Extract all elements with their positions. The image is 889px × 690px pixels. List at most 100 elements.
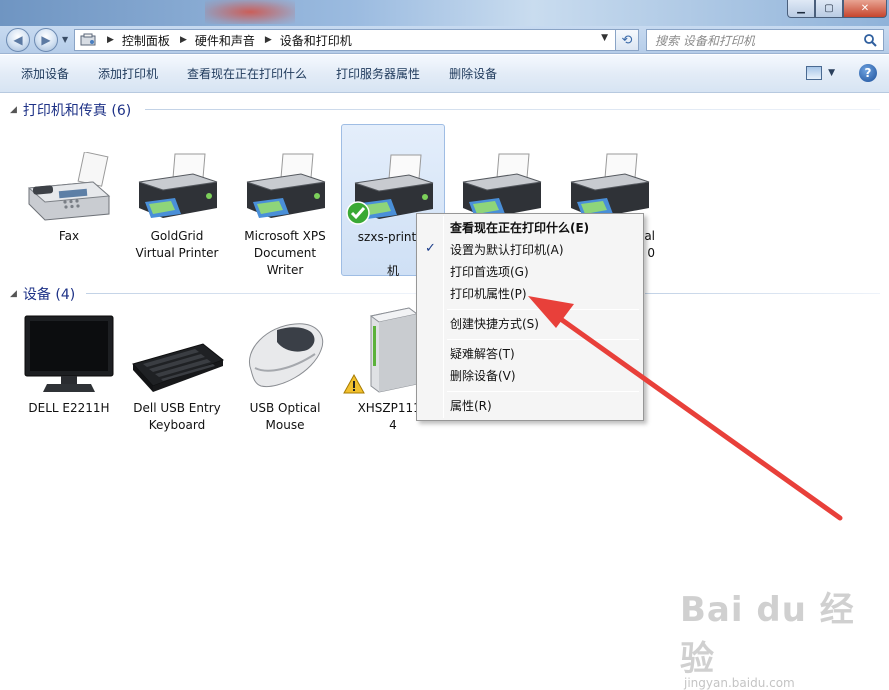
change-view-icon[interactable] <box>806 66 823 80</box>
refresh-icon: ⟲ <box>621 32 633 48</box>
monitor-icon <box>17 306 121 396</box>
navigation-bar: ◀ ▶ ▼ ▶ 控制面板 ▶ 硬件和声音 ▶ 设备和打印机 ▼ ⟲ 搜索 设备和打印… <box>0 26 889 54</box>
printer-icon <box>342 135 444 225</box>
printer-icon <box>125 134 229 224</box>
close-icon: ✕ <box>860 3 870 14</box>
add-device-button[interactable]: 添加设备 <box>12 61 78 86</box>
refresh-button[interactable]: ⟲ <box>615 29 639 51</box>
search-input[interactable]: 搜索 设备和打印机 <box>646 29 884 51</box>
menu-separator <box>447 391 639 392</box>
keyboard-icon <box>125 306 229 396</box>
device-name-line: DELL E2211H <box>28 401 110 415</box>
print-server-properties-button[interactable]: 打印服务器属性 <box>327 61 429 86</box>
group-header-devices[interactable]: ◢ 设备 (4) <box>10 284 75 304</box>
breadcrumb-label: 设备和打印机 <box>279 33 352 48</box>
group-title: 设备 (4) <box>22 287 76 303</box>
window-controls: ▁ ▢ ✕ <box>787 0 887 18</box>
printer-icon <box>449 134 553 224</box>
breadcrumb-hardware-sound[interactable]: 硬件和声音 ▶ <box>195 32 280 49</box>
device-label: Dell USB Entry Keyboard <box>125 400 229 434</box>
device-name-line: Keyboard <box>148 418 206 432</box>
title-decoration <box>205 0 295 24</box>
mouse-icon <box>233 306 337 396</box>
device-label: Microsoft XPS Document Writer <box>233 228 337 279</box>
device-name-line: Writer <box>266 263 304 277</box>
control-panel-icon <box>79 33 97 47</box>
device-name-line: Microsoft XPS <box>244 229 326 243</box>
forward-arrow-icon: ▶ <box>41 33 51 47</box>
group-divider <box>145 109 880 110</box>
maximize-button[interactable]: ▢ <box>815 0 843 18</box>
breadcrumb-label: 控制面板 <box>121 33 170 48</box>
search-icon[interactable] <box>863 33 877 47</box>
group-divider <box>86 293 416 294</box>
printer-icon <box>233 134 337 224</box>
watermark-brand: Bai du 经验 <box>680 590 855 679</box>
breadcrumb-sep-root[interactable]: ▶ <box>101 35 122 45</box>
breadcrumb-control-panel[interactable]: 控制面板 ▶ <box>122 32 195 49</box>
menu-item-preferences[interactable]: 打印首选项(G) <box>450 262 529 282</box>
device-fax[interactable]: Fax <box>17 134 121 245</box>
recent-pages-dropdown[interactable]: ▼ <box>62 35 68 44</box>
search-placeholder: 搜索 设备和打印机 <box>655 33 755 48</box>
menu-item-troubleshoot[interactable]: 疑难解答(T) <box>450 344 515 364</box>
checkmark-icon: ✓ <box>425 241 436 256</box>
printer-icon <box>557 134 661 224</box>
help-icon[interactable]: ? <box>859 64 877 82</box>
menu-item-properties[interactable]: 属性(R) <box>450 396 492 416</box>
device-goldgrid-printer[interactable]: GoldGrid Virtual Printer <box>125 134 229 262</box>
add-printer-button[interactable]: 添加打印机 <box>89 61 167 86</box>
menu-item-printer-properties[interactable]: 打印机属性(P) <box>450 284 527 304</box>
group-title: 打印机和传真 (6) <box>22 103 132 119</box>
command-bar: 添加设备 添加打印机 查看现在正在打印什么 打印服务器属性 删除设备 ▼ ? <box>0 55 889 93</box>
menu-item-set-default[interactable]: 设置为默认打印机(A) <box>450 240 564 260</box>
breadcrumb-label: 硬件和声音 <box>194 33 255 48</box>
device-name-line: Mouse <box>265 418 305 432</box>
see-printing-button[interactable]: 查看现在正在打印什么 <box>178 61 316 86</box>
warning-icon <box>343 374 365 394</box>
device-name-line: Fax <box>58 229 80 243</box>
device-label: USB Optical Mouse <box>233 400 337 434</box>
device-dell-keyboard[interactable]: Dell USB Entry Keyboard <box>125 306 229 434</box>
device-microsoft-xps-writer[interactable]: Microsoft XPS Document Writer <box>233 134 337 279</box>
group-divider <box>645 293 880 294</box>
menu-item-create-shortcut[interactable]: 创建快捷方式(S) <box>450 314 539 334</box>
device-printer-5[interactable] <box>449 134 553 224</box>
watermark-url: jingyan.baidu.com <box>684 676 795 690</box>
collapse-triangle-icon[interactable]: ◢ <box>10 105 17 115</box>
address-dropdown[interactable]: ▼ <box>601 33 608 43</box>
menu-gutter <box>443 216 444 418</box>
default-printer-check-icon <box>346 201 370 225</box>
group-header-printers[interactable]: ◢ 打印机和传真 (6) <box>10 100 131 120</box>
breadcrumb-devices-printers[interactable]: 设备和打印机 <box>280 32 352 49</box>
device-usb-mouse[interactable]: USB Optical Mouse <box>233 306 337 434</box>
device-name-line: Virtual Printer <box>135 246 219 260</box>
device-dell-monitor[interactable]: DELL E2211H <box>17 306 121 417</box>
collapse-triangle-icon[interactable]: ◢ <box>10 289 17 299</box>
close-button[interactable]: ✕ <box>843 0 887 18</box>
menu-separator <box>447 309 639 310</box>
context-menu: 查看现在正在打印什么(E) ✓ 设置为默认打印机(A) 打印首选项(G) 打印机… <box>416 213 644 421</box>
maximize-icon: ▢ <box>824 3 834 14</box>
device-label: DELL E2211H <box>17 400 121 417</box>
back-arrow-icon: ◀ <box>13 33 23 47</box>
back-button[interactable]: ◀ <box>6 28 30 52</box>
view-options-dropdown[interactable]: ▼ <box>828 68 835 78</box>
remove-device-button[interactable]: 删除设备 <box>440 61 506 86</box>
menu-separator <box>447 339 639 340</box>
menu-item-see-printing[interactable]: 查看现在正在打印什么(E) <box>450 218 589 238</box>
forward-button[interactable]: ▶ <box>34 28 58 52</box>
device-name-line: USB Optical <box>249 401 321 415</box>
device-label: Fax <box>17 228 121 245</box>
device-label: GoldGrid Virtual Printer <box>125 228 229 262</box>
minimize-button[interactable]: ▁ <box>787 0 815 18</box>
title-bar: ▁ ▢ ✕ <box>0 0 889 26</box>
device-name-line: Dell USB Entry <box>133 401 221 415</box>
address-bar[interactable]: ▶ 控制面板 ▶ 硬件和声音 ▶ 设备和打印机 ▼ <box>74 29 639 51</box>
fax-icon <box>17 134 121 224</box>
minimize-icon: ▁ <box>797 3 805 14</box>
device-name-line: GoldGrid <box>150 229 204 243</box>
menu-item-remove-device[interactable]: 删除设备(V) <box>450 366 516 386</box>
baidu-jingyan-watermark: Bai du 经验 jingyan.baidu.com <box>680 582 889 690</box>
device-name-line: Document <box>253 246 317 260</box>
